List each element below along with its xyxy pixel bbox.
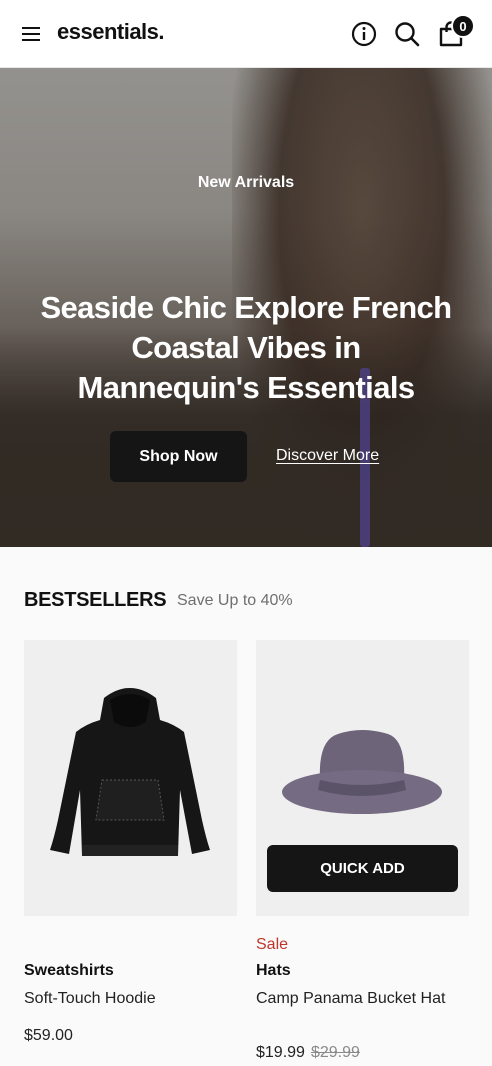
hero-title: Seaside Chic Explore French Coastal Vibe…	[40, 290, 452, 405]
section-subtitle: Save Up to 40%	[177, 592, 293, 609]
product-price: $19.99	[256, 1044, 305, 1061]
search-icon[interactable]	[393, 20, 421, 48]
cart-count-badge: 0	[451, 14, 475, 38]
product-old-price: $29.99	[310, 1044, 360, 1061]
product-price-group: $19.99 $29.99	[256, 1044, 360, 1062]
product-card[interactable]: QUICK ADD Sale Hats Camp Panama Bucket H…	[256, 640, 469, 1061]
hero-kicker: New Arrivals	[197, 174, 295, 191]
product-image[interactable]: QUICK ADD	[256, 640, 469, 916]
product-name[interactable]: Camp Panama Bucket Hat	[256, 989, 456, 1009]
site-header: essentials. 0	[0, 0, 492, 68]
logo[interactable]: essentials.	[57, 19, 165, 45]
menu-icon[interactable]	[22, 22, 48, 46]
product-image[interactable]	[24, 640, 237, 916]
product-category: Sweatshirts	[24, 962, 114, 979]
hoodie-image	[50, 688, 210, 856]
info-icon[interactable]	[350, 20, 378, 48]
bestsellers-section: BESTSELLERS Save Up to 40% Sweatshirts S…	[0, 547, 492, 1066]
quick-add-button[interactable]: QUICK ADD	[267, 845, 458, 892]
product-card[interactable]: Sweatshirts Soft-Touch Hoodie $59.00	[24, 640, 237, 1044]
product-price: $59.00	[24, 1027, 73, 1044]
section-title: BESTSELLERS	[24, 589, 167, 611]
hero-banner: New Arrivals Seaside Chic Explore French…	[0, 68, 492, 547]
product-category: Hats	[256, 962, 291, 979]
sale-badge: Sale	[256, 936, 289, 953]
product-name[interactable]: Soft-Touch Hoodie	[24, 989, 224, 1009]
shop-now-button[interactable]: Shop Now	[110, 431, 247, 482]
discover-more-link[interactable]: Discover More	[276, 447, 379, 465]
